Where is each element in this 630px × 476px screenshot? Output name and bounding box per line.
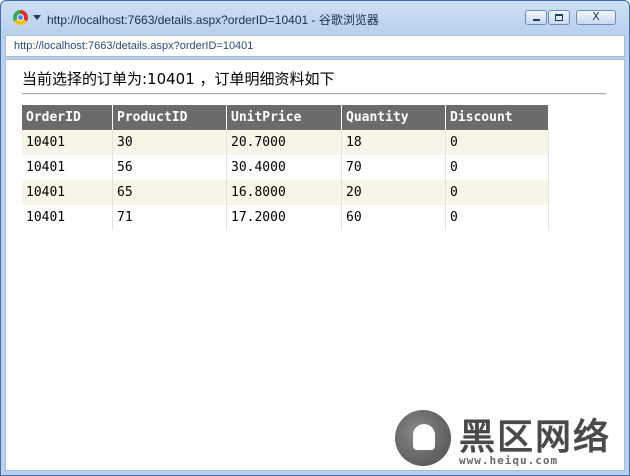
cell-orderid: 10401 (22, 205, 113, 230)
minimize-button[interactable] (525, 10, 547, 25)
maximize-button[interactable] (548, 10, 570, 25)
cell-quantity: 60 (341, 205, 446, 230)
cell-quantity: 70 (341, 155, 446, 180)
column-header-quantity: Quantity (341, 105, 446, 130)
table-row: 10401 65 16.8000 20 0 (22, 180, 549, 205)
address-bar[interactable]: http://localhost:7663/details.aspx?order… (5, 35, 625, 57)
cell-productid: 56 (112, 155, 227, 180)
cell-discount: 0 (445, 130, 549, 155)
cell-orderid: 10401 (22, 180, 113, 205)
column-header-unitprice: UnitPrice (226, 105, 342, 130)
watermark-logo-icon (395, 410, 451, 466)
column-header-discount: Discount (445, 105, 549, 130)
watermark-url: www.heiqu.com (459, 454, 559, 467)
browser-window: http://localhost:7663/details.aspx?order… (0, 0, 630, 476)
cell-unitprice: 20.7000 (226, 130, 342, 155)
chrome-icon[interactable] (13, 10, 28, 25)
maximize-icon (555, 14, 563, 21)
close-icon: X (592, 10, 600, 23)
column-header-productid: ProductID (112, 105, 227, 130)
cell-orderid: 10401 (22, 155, 113, 180)
cell-productid: 65 (112, 180, 227, 205)
cell-unitprice: 17.2000 (226, 205, 342, 230)
table-row: 10401 56 30.4000 70 0 (22, 155, 549, 180)
cell-discount: 0 (445, 155, 549, 180)
order-details-table: OrderID ProductID UnitPrice Quantity Dis… (22, 105, 549, 230)
cell-orderid: 10401 (22, 130, 113, 155)
table-row: 10401 30 20.7000 18 0 (22, 130, 549, 155)
cell-quantity: 18 (341, 130, 446, 155)
cell-unitprice: 30.4000 (226, 155, 342, 180)
cell-unitprice: 16.8000 (226, 180, 342, 205)
column-header-orderid: OrderID (22, 105, 113, 130)
cell-productid: 30 (112, 130, 227, 155)
table-row: 10401 71 17.2000 60 0 (22, 205, 549, 230)
minimize-icon (533, 19, 540, 21)
cell-discount: 0 (445, 205, 549, 230)
page-heading: 当前选择的订单为:10401 ，订单明细资料如下 (22, 70, 335, 88)
watermark-name: 黑区网络 (459, 417, 612, 458)
table-header-row: OrderID ProductID UnitPrice Quantity Dis… (22, 105, 549, 130)
cell-quantity: 20 (341, 180, 446, 205)
watermark: 黑区网络 www.heiqu.com (395, 406, 625, 472)
cell-productid: 71 (112, 205, 227, 230)
url-text[interactable]: http://localhost:7663/details.aspx?order… (14, 40, 253, 52)
title-bar[interactable]: http://localhost:7663/details.aspx?order… (1, 1, 629, 35)
close-button[interactable]: X (576, 10, 616, 25)
window-title: http://localhost:7663/details.aspx?order… (47, 13, 379, 27)
dropdown-arrow-icon[interactable] (33, 15, 41, 20)
horizontal-rule (22, 93, 606, 95)
cell-discount: 0 (445, 180, 549, 205)
